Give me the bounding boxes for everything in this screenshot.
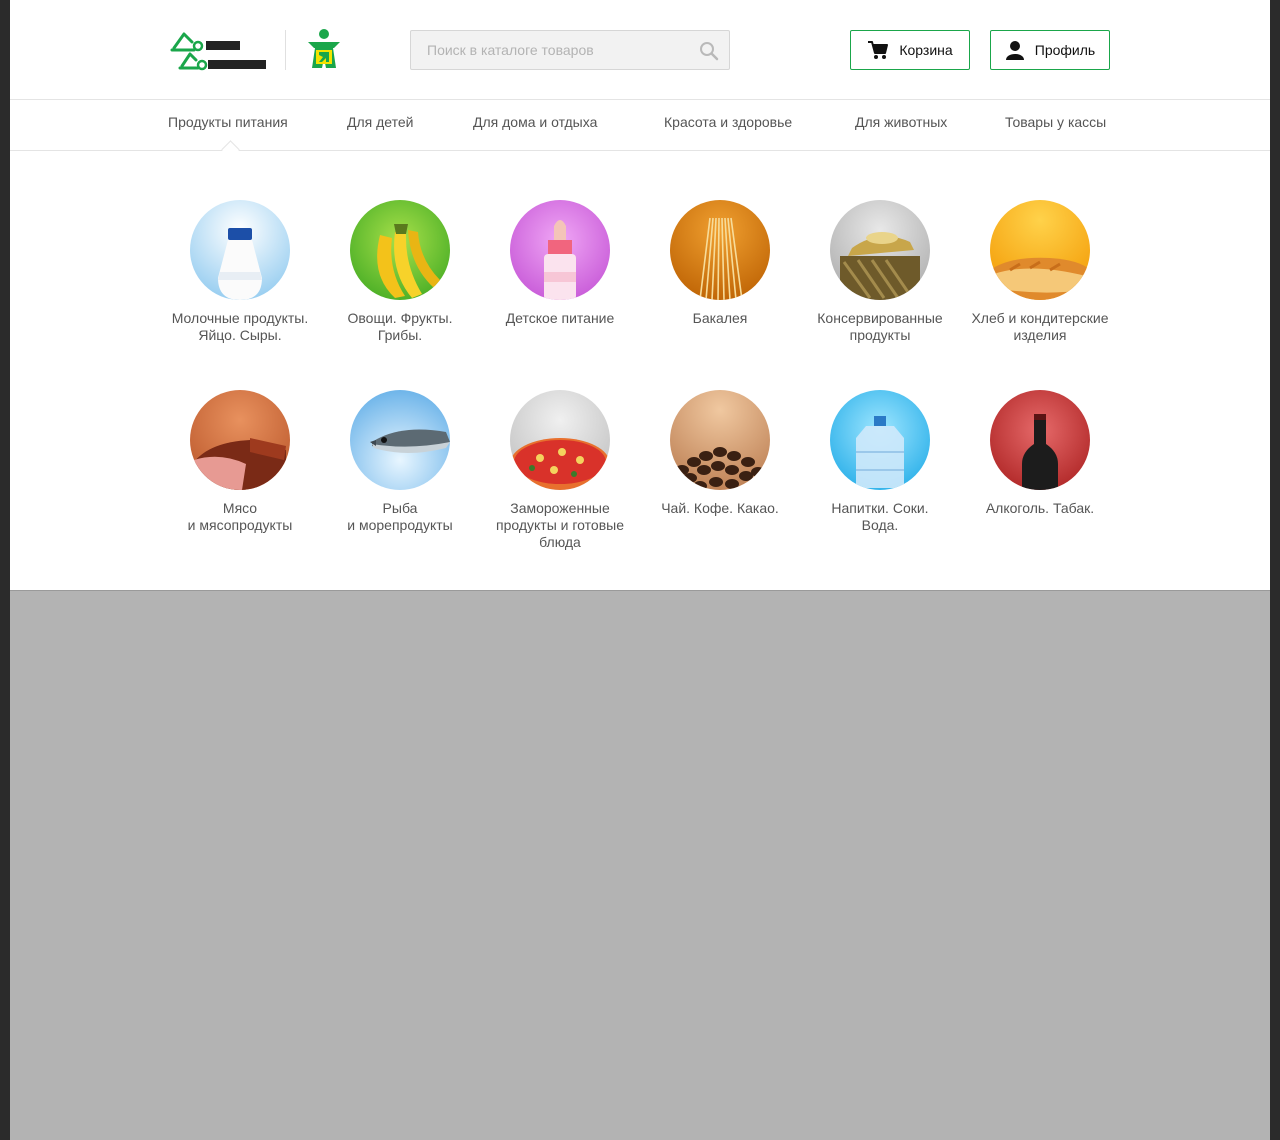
canned-fish-icon bbox=[830, 200, 930, 300]
category-label: Бакалея bbox=[692, 310, 748, 326]
fish-icon bbox=[350, 390, 450, 490]
banana-icon bbox=[350, 200, 450, 300]
mascot-logo[interactable] bbox=[302, 28, 346, 72]
category-label: Рыба и морепродукты bbox=[347, 500, 453, 533]
user-icon bbox=[1005, 41, 1024, 60]
search-box bbox=[410, 30, 730, 70]
category-meat[interactable]: Мясо и мясопродукты bbox=[160, 390, 320, 534]
category-label: Консервированные продукты bbox=[817, 310, 943, 343]
nav-item-kids[interactable]: Для детей bbox=[347, 114, 413, 130]
category-dairy[interactable]: Молочные продукты. Яйцо. Сыры. bbox=[160, 200, 320, 344]
category-bread[interactable]: Хлеб и кондитерские изделия bbox=[960, 200, 1120, 344]
category-fish[interactable]: Рыба и морепродукты bbox=[320, 390, 480, 534]
category-label: Детское питание bbox=[505, 310, 615, 326]
cart-icon bbox=[868, 41, 889, 59]
category-label: Хлеб и кондитерские изделия bbox=[971, 310, 1109, 343]
nav-item-food[interactable]: Продукты питания bbox=[168, 114, 288, 130]
cart-label: Корзина bbox=[899, 42, 953, 58]
nav-item-pets[interactable]: Для животных bbox=[855, 114, 947, 130]
category-label: Молочные продукты. Яйцо. Сыры. bbox=[171, 310, 309, 343]
category-tea-coffee[interactable]: Чай. Кофе. Какао. bbox=[640, 390, 800, 517]
category-label: Замороженные продукты и готовые блюда bbox=[496, 500, 624, 550]
profile-button[interactable]: Профиль bbox=[990, 30, 1110, 70]
category-frozen[interactable]: Замороженные продукты и готовые блюда bbox=[480, 390, 640, 551]
coffee-icon bbox=[670, 390, 770, 490]
nav-item-beauty[interactable]: Красота и здоровье bbox=[664, 114, 792, 130]
catalog-panel: Корзина Профиль Продукты питания Для дет… bbox=[10, 0, 1270, 591]
category-label: Овощи. Фрукты. Грибы. bbox=[347, 310, 453, 343]
baby-bottle-icon bbox=[510, 200, 610, 300]
water-bottle-icon bbox=[830, 390, 930, 490]
search-icon[interactable] bbox=[699, 41, 719, 61]
domoy-dostavim-logo[interactable] bbox=[170, 28, 270, 72]
profile-label: Профиль bbox=[1034, 42, 1096, 58]
meat-icon bbox=[190, 390, 290, 490]
nav-item-checkout[interactable]: Товары у кассы bbox=[1005, 114, 1106, 130]
pizza-icon bbox=[510, 390, 610, 490]
category-label: Напитки. Соки. Вода. bbox=[831, 500, 929, 533]
category-alcohol[interactable]: Алкоголь. Табак. bbox=[960, 390, 1120, 517]
page-background: Корзина Профиль Продукты питания Для дет… bbox=[10, 0, 1270, 1140]
category-label: Мясо и мясопродукты bbox=[187, 500, 293, 533]
logo-divider bbox=[285, 30, 286, 70]
bread-icon bbox=[990, 200, 1090, 300]
cart-button[interactable]: Корзина bbox=[850, 30, 970, 70]
header: Корзина Профиль bbox=[10, 0, 1270, 100]
category-drinks[interactable]: Напитки. Соки. Вода. bbox=[800, 390, 960, 534]
pasta-icon bbox=[670, 200, 770, 300]
category-label: Чай. Кофе. Какао. bbox=[661, 500, 779, 516]
search-input[interactable] bbox=[411, 31, 697, 69]
category-canned[interactable]: Консервированные продукты bbox=[800, 200, 960, 344]
milk-icon bbox=[190, 200, 290, 300]
category-fruits[interactable]: Овощи. Фрукты. Грибы. bbox=[320, 200, 480, 344]
category-nav: Продукты питания Для детей Для дома и от… bbox=[10, 100, 1270, 151]
nav-item-home[interactable]: Для дома и отдыха bbox=[473, 114, 597, 130]
category-label: Алкоголь. Табак. bbox=[985, 500, 1095, 516]
wine-icon bbox=[990, 390, 1090, 490]
category-baby-food[interactable]: Детское питание bbox=[480, 200, 640, 327]
category-groceries[interactable]: Бакалея bbox=[640, 200, 800, 327]
